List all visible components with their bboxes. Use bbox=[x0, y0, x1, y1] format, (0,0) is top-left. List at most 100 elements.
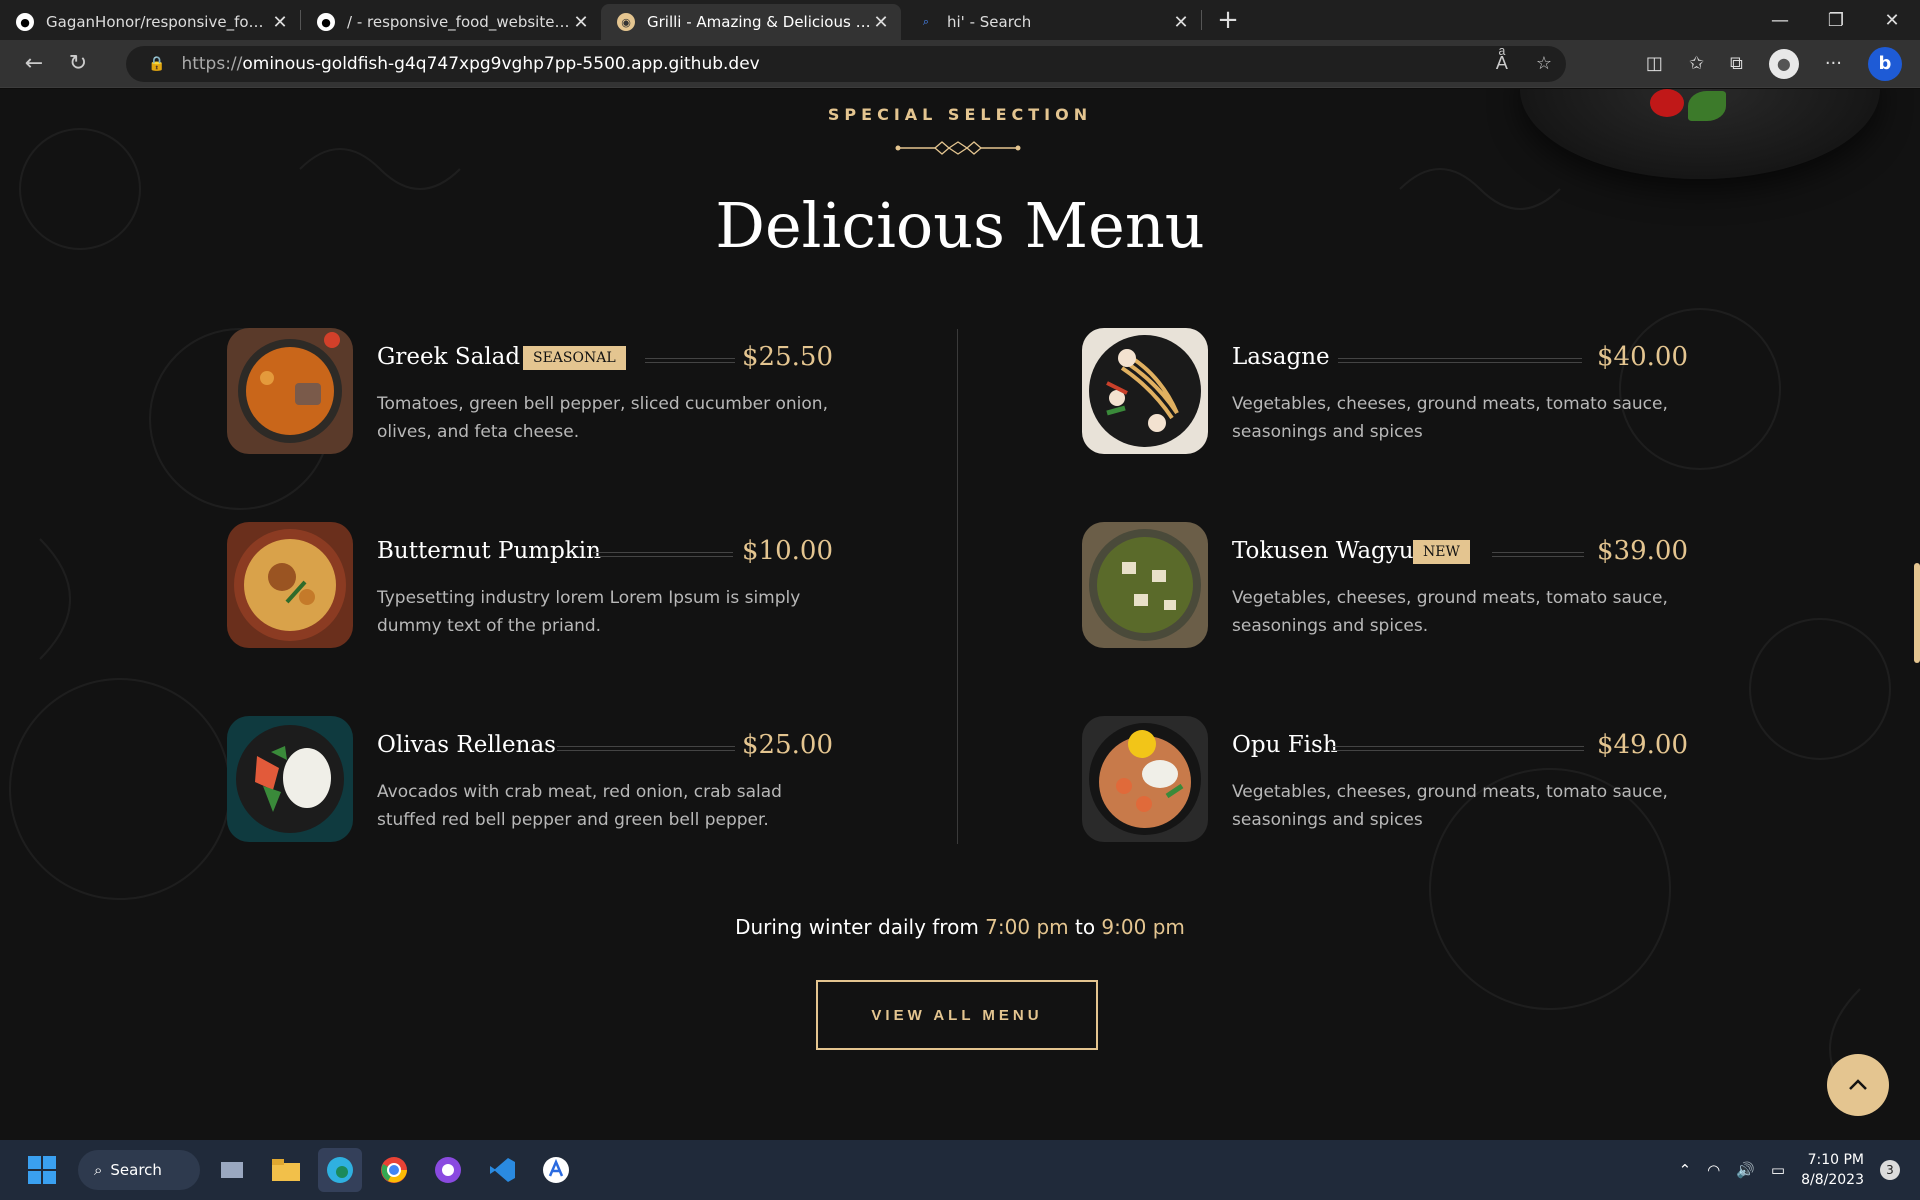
new-tab-button[interactable]: + bbox=[1208, 5, 1248, 35]
bing-copilot-icon[interactable]: b bbox=[1868, 46, 1902, 81]
restore-icon[interactable]: ❐ bbox=[1808, 0, 1864, 40]
browser-tab-bar: ● GaganHonor/responsive_food_website ✕ ●… bbox=[0, 0, 1920, 40]
hours-end: 9:00 pm bbox=[1101, 915, 1185, 939]
menu-item-name: Butternut Pumpkin bbox=[377, 538, 601, 564]
menu-item-description: Vegetables, cheeses, ground meats, tomat… bbox=[1232, 588, 1668, 636]
close-icon[interactable]: ✕ bbox=[1171, 12, 1191, 33]
opening-hours: During winter daily from 7:00 pm to 9:00… bbox=[0, 915, 1920, 939]
battery-icon[interactable]: ▭ bbox=[1771, 1161, 1785, 1179]
volume-icon[interactable]: 🔊 bbox=[1736, 1161, 1755, 1179]
menu-item-price: $49.00 bbox=[1597, 730, 1688, 760]
task-view-icon[interactable] bbox=[210, 1148, 254, 1192]
menu-item-description: Avocados with crab meat, red onion, crab… bbox=[377, 782, 782, 830]
price-leader-line bbox=[593, 552, 733, 557]
curry-dish-image bbox=[227, 328, 353, 454]
browser-toolbar: ◫ ✩ ⧉ ● ··· b bbox=[1646, 46, 1902, 81]
price-leader-line bbox=[645, 358, 735, 363]
windows-taskbar: ⌕ Search ⌃ ◠ 🔊 ▭ 7:10 PM 8/8/2023 3 bbox=[0, 1140, 1920, 1200]
github-icon: ● bbox=[317, 13, 335, 31]
menu-item-description: Typesetting industry lorem Lorem Ipsum i… bbox=[377, 588, 801, 636]
menu-item[interactable]: Tokusen Wagyu NEW $39.00 Vegetables, che… bbox=[1082, 522, 1688, 652]
menu-item-price: $10.00 bbox=[742, 536, 833, 566]
collections-icon[interactable]: ⧉ bbox=[1730, 53, 1743, 74]
github-desktop-icon[interactable] bbox=[426, 1148, 470, 1192]
menu-item[interactable]: Olivas Rellenas $25.00 Avocados with cra… bbox=[227, 716, 833, 846]
app-store-icon[interactable] bbox=[534, 1148, 578, 1192]
browser-tab[interactable]: ● / - responsive_food_website [Codespace… bbox=[301, 4, 601, 40]
window-controls: — ❐ ✕ bbox=[1752, 0, 1920, 40]
ornament-divider bbox=[895, 141, 1021, 155]
hours-mid: to bbox=[1074, 915, 1096, 939]
edge-browser-icon[interactable] bbox=[318, 1148, 362, 1192]
menu-item-description: Vegetables, cheeses, ground meats, tomat… bbox=[1232, 394, 1668, 442]
clock-time: 7:10 PM bbox=[1807, 1152, 1864, 1168]
file-explorer-icon[interactable] bbox=[264, 1148, 308, 1192]
tab-title: hi' - Search bbox=[947, 13, 1032, 31]
profile-avatar[interactable]: ● bbox=[1768, 48, 1799, 79]
close-window-icon[interactable]: ✕ bbox=[1864, 0, 1920, 40]
menu-item[interactable]: Butternut Pumpkin $10.00 Typesetting ind… bbox=[227, 522, 833, 652]
taskbar-search-label: Search bbox=[110, 1161, 162, 1179]
address-bar-row: ← ↻ 🔒 https://ominous-goldfish-g4q747xpg… bbox=[0, 40, 1920, 88]
chevron-up-icon bbox=[1849, 1079, 1867, 1090]
wifi-icon[interactable]: ◠ bbox=[1707, 1161, 1720, 1179]
tab-title: GaganHonor/responsive_food_website bbox=[46, 13, 270, 31]
favorite-star-icon[interactable]: ☆ bbox=[1536, 53, 1552, 74]
menu-item-name: Olivas Rellenas bbox=[377, 732, 556, 758]
price-leader-line bbox=[1338, 358, 1582, 363]
refresh-icon[interactable]: ↻ bbox=[56, 44, 100, 84]
tab-separator bbox=[1201, 10, 1202, 30]
section-subtitle: SPECIAL SELECTION bbox=[827, 105, 1093, 124]
minimize-icon[interactable]: — bbox=[1752, 0, 1808, 40]
windows-start-icon[interactable] bbox=[20, 1148, 64, 1192]
close-icon[interactable]: ✕ bbox=[270, 12, 290, 33]
favorites-icon[interactable]: ✩ bbox=[1689, 53, 1704, 74]
grilli-icon: ◉ bbox=[617, 13, 635, 31]
close-icon[interactable]: ✕ bbox=[571, 12, 591, 33]
chevron-up-icon[interactable]: ⌃ bbox=[1679, 1161, 1692, 1179]
url-host: ominous-goldfish-g4q747xpg9vghp7pp-5500.… bbox=[242, 53, 760, 74]
menu-item-price: $25.50 bbox=[742, 342, 833, 372]
read-aloud-icon[interactable]: A͏ͣ bbox=[1496, 53, 1508, 74]
menu-item[interactable]: Greek Salad SEASONAL $25.50 Tomatoes, gr… bbox=[227, 328, 833, 458]
browser-tab[interactable]: ⌕ hi' - Search ✕ bbox=[901, 4, 1201, 40]
view-all-menu-button[interactable]: VIEW ALL MENU bbox=[816, 980, 1098, 1050]
menu-item[interactable]: Opu Fish $49.00 Vegetables, cheeses, gro… bbox=[1082, 716, 1688, 846]
menu-item-name: Greek Salad bbox=[377, 344, 521, 370]
clock-date: 8/8/2023 bbox=[1801, 1172, 1864, 1188]
biryani-dish-image bbox=[227, 522, 353, 648]
url-prefix: https:// bbox=[181, 53, 243, 74]
url-actions: A͏ͣ ☆ bbox=[1496, 53, 1552, 74]
section-title: Delicious Menu bbox=[715, 189, 1205, 262]
menu-item-name: Opu Fish bbox=[1232, 732, 1338, 758]
rice-bowl-dish-image bbox=[227, 716, 353, 842]
more-icon[interactable]: ··· bbox=[1825, 53, 1842, 74]
tab-title: Grilli - Amazing & Delicious Food bbox=[647, 13, 871, 31]
new-badge: NEW bbox=[1413, 540, 1470, 564]
taskbar-search[interactable]: ⌕ Search bbox=[78, 1150, 200, 1190]
split-screen-icon[interactable]: ◫ bbox=[1646, 53, 1663, 74]
search-icon: ⌕ bbox=[94, 1161, 103, 1179]
menu-item-name: Lasagne bbox=[1232, 344, 1330, 370]
shrimp-dish-image bbox=[1082, 716, 1208, 842]
price-leader-line bbox=[557, 746, 735, 751]
menu-item-description: Tomatoes, green bell pepper, sliced cucu… bbox=[377, 394, 828, 442]
browser-tab-active[interactable]: ◉ Grilli - Amazing & Delicious Food ✕ bbox=[601, 4, 901, 40]
seasonal-badge: SEASONAL bbox=[523, 346, 626, 370]
chrome-icon[interactable] bbox=[372, 1148, 416, 1192]
lock-icon: 🔒 bbox=[148, 55, 166, 72]
menu-item[interactable]: Lasagne $40.00 Vegetables, cheeses, grou… bbox=[1082, 328, 1688, 458]
close-icon[interactable]: ✕ bbox=[871, 12, 891, 33]
vscode-icon[interactable] bbox=[480, 1148, 524, 1192]
back-icon[interactable]: ← bbox=[12, 44, 56, 84]
hours-prefix: During winter daily from bbox=[735, 915, 979, 939]
back-to-top-button[interactable] bbox=[1827, 1054, 1889, 1116]
url-field[interactable]: 🔒 https://ominous-goldfish-g4q747xpg9vgh… bbox=[126, 45, 1566, 82]
menu-item-description: Vegetables, cheeses, ground meats, tomat… bbox=[1232, 782, 1668, 830]
github-icon: ● bbox=[16, 13, 34, 31]
browser-tab[interactable]: ● GaganHonor/responsive_food_website ✕ bbox=[0, 4, 300, 40]
page-scrollbar[interactable] bbox=[1914, 563, 1920, 663]
system-clock[interactable]: 7:10 PM 8/8/2023 bbox=[1801, 1150, 1864, 1190]
menu-item-price: $25.00 bbox=[742, 730, 833, 760]
notification-count-badge[interactable]: 3 bbox=[1880, 1160, 1900, 1180]
